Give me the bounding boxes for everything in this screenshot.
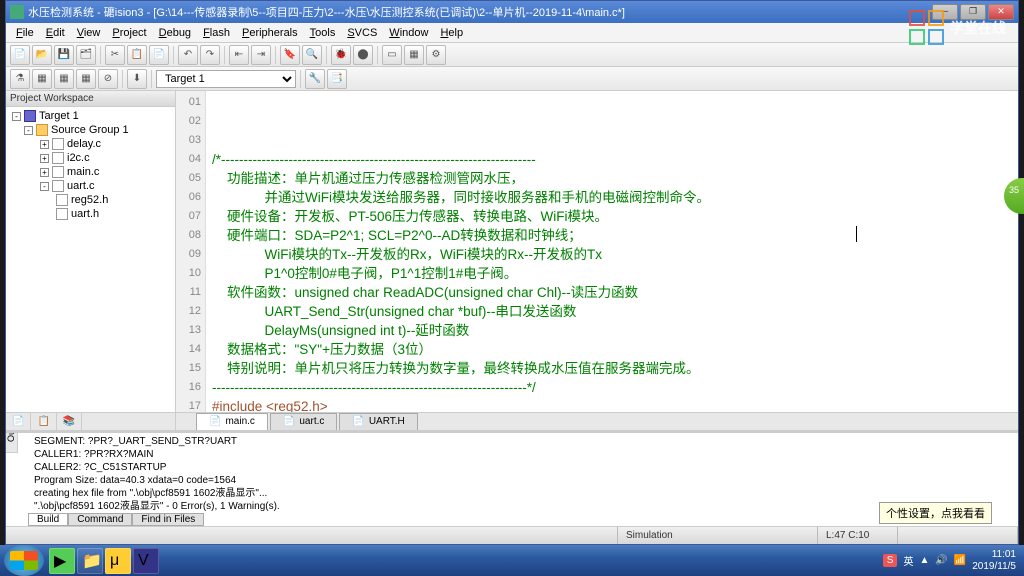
editor-tab[interactable]: 📄main.c: [196, 413, 268, 430]
build-all-button[interactable]: ▦: [76, 69, 96, 89]
redo-button[interactable]: ↷: [200, 45, 220, 65]
menu-flash[interactable]: Flash: [197, 27, 236, 39]
taskbar: ▶ 📁 μ V S 英 ▲ 🔊 📶 11:012019/11/5: [0, 545, 1024, 576]
titlebar: 水压检测系统 - 礳ision3 - [G:\14---传感器录制\5--项目四…: [6, 1, 1018, 23]
text-caret: [856, 226, 857, 242]
menu-window[interactable]: Window: [383, 27, 434, 39]
indent-right-button[interactable]: ⇥: [251, 45, 271, 65]
tray-tooltip: 个性设置，点我看看: [879, 502, 992, 524]
menu-debug[interactable]: Debug: [153, 27, 197, 39]
lang-icon[interactable]: 英: [903, 553, 913, 568]
line-gutter: 0102030405060708091011121314151617: [176, 91, 206, 412]
rebuild-button[interactable]: ▦: [54, 69, 74, 89]
tree-file[interactable]: -uart.c: [8, 179, 173, 193]
find-button[interactable]: 🔍: [302, 45, 322, 65]
editor-tab[interactable]: 📄uart.c: [270, 413, 337, 430]
editor-tab[interactable]: 📄UART.H: [339, 413, 417, 430]
output-content[interactable]: SEGMENT: ?PR?_UART_SEND_STR?UARTCALLER1:…: [12, 435, 1012, 513]
tree-header[interactable]: reg52.h: [8, 193, 173, 207]
tree-group[interactable]: -Source Group 1: [8, 123, 173, 137]
window-title: 水压检测系统 - 礳ision3 - [G:\14---传感器录制\5--项目四…: [28, 4, 932, 20]
output-window: Output Window SEGMENT: ?PR?_UART_SEND_ST…: [6, 430, 1018, 526]
output-tab[interactable]: Build: [28, 513, 68, 526]
task-item[interactable]: ▶: [49, 548, 75, 574]
project-tree[interactable]: -Target 1 -Source Group 1 +delay.c +i2c.…: [6, 107, 175, 412]
output-label: Output Window: [6, 430, 18, 453]
task-item[interactable]: μ: [105, 548, 131, 574]
tree-header[interactable]: uart.h: [8, 207, 173, 221]
output-tab[interactable]: Command: [68, 513, 132, 526]
paste-button[interactable]: 📄: [149, 45, 169, 65]
workspace-header: Project Workspace: [6, 91, 175, 107]
tray-clock[interactable]: 11:012019/11/5: [972, 549, 1016, 573]
output-tab[interactable]: Find in Files: [132, 513, 204, 526]
tree-file[interactable]: +delay.c: [8, 137, 173, 151]
code-editor: 0102030405060708091011121314151617 /*---…: [176, 91, 1018, 430]
editor-tabs: 📄main.c📄uart.c📄UART.H: [176, 412, 1018, 430]
tree-target[interactable]: -Target 1: [8, 109, 173, 123]
download-button[interactable]: ⬇: [127, 69, 147, 89]
menu-file[interactable]: File: [10, 27, 40, 39]
ws-tab-regs[interactable]: 📋: [31, 413, 56, 430]
ws-tab-files[interactable]: 📄: [6, 413, 31, 430]
stop-build-button[interactable]: ⊘: [98, 69, 118, 89]
menu-view[interactable]: View: [71, 27, 107, 39]
start-button[interactable]: [4, 545, 44, 576]
ws-tab-books[interactable]: 📚: [57, 413, 82, 430]
save-button[interactable]: 💾: [54, 45, 74, 65]
cut-button[interactable]: ✂: [105, 45, 125, 65]
task-item[interactable]: V: [133, 548, 159, 574]
target-combo[interactable]: Target 1: [156, 70, 296, 88]
menu-project[interactable]: Project: [106, 27, 152, 39]
menu-tools[interactable]: Tools: [304, 27, 342, 39]
bookmark-button[interactable]: 🔖: [280, 45, 300, 65]
system-tray[interactable]: S 英 ▲ 🔊 📶 11:012019/11/5: [875, 549, 1024, 573]
app-icon: [10, 5, 24, 19]
output-button[interactable]: ▦: [404, 45, 424, 65]
copy-button[interactable]: 📋: [127, 45, 147, 65]
undo-button[interactable]: ↶: [178, 45, 198, 65]
status-sim: Simulation: [618, 527, 818, 544]
watermark: 学堂在线: [909, 10, 1006, 45]
statusbar: Simulation L:47 C:10: [6, 526, 1018, 544]
tray-icon[interactable]: ▲: [919, 555, 929, 566]
tree-file[interactable]: +main.c: [8, 165, 173, 179]
translate-button[interactable]: ⚗: [10, 69, 30, 89]
status-pos: L:47 C:10: [818, 527, 898, 544]
indent-left-button[interactable]: ⇤: [229, 45, 249, 65]
toolbar-main: 📄 📂 💾 🗂 ✂ 📋 📄 ↶ ↷ ⇤ ⇥ 🔖 🔍 🐞 ⬤ ▭ ▦ ⚙: [6, 43, 1018, 67]
task-item[interactable]: 📁: [77, 548, 103, 574]
target-options-button[interactable]: 🔧: [305, 69, 325, 89]
menu-help[interactable]: Help: [434, 27, 469, 39]
build-button[interactable]: ▦: [32, 69, 52, 89]
window-button[interactable]: ▭: [382, 45, 402, 65]
new-button[interactable]: 📄: [10, 45, 30, 65]
menu-svcs[interactable]: SVCS: [341, 27, 383, 39]
project-workspace: Project Workspace -Target 1 -Source Grou…: [6, 91, 176, 430]
toolbar-build: ⚗ ▦ ▦ ▦ ⊘ ⬇ Target 1 🔧 📑: [6, 67, 1018, 91]
menu-peripherals[interactable]: Peripherals: [236, 27, 304, 39]
options-button[interactable]: ⚙: [426, 45, 446, 65]
ime-icon[interactable]: S: [883, 554, 898, 567]
open-button[interactable]: 📂: [32, 45, 52, 65]
volume-icon[interactable]: 🔊: [935, 555, 947, 566]
menubar: FileEditViewProjectDebugFlashPeripherals…: [6, 23, 1018, 43]
save-all-button[interactable]: 🗂: [76, 45, 96, 65]
code-content[interactable]: /*--------------------------------------…: [206, 91, 1018, 412]
tree-file[interactable]: +i2c.c: [8, 151, 173, 165]
debug-button[interactable]: 🐞: [331, 45, 351, 65]
menu-edit[interactable]: Edit: [40, 27, 71, 39]
file-ext-button[interactable]: 📑: [327, 69, 347, 89]
network-icon[interactable]: 📶: [954, 555, 966, 566]
breakpoint-button[interactable]: ⬤: [353, 45, 373, 65]
